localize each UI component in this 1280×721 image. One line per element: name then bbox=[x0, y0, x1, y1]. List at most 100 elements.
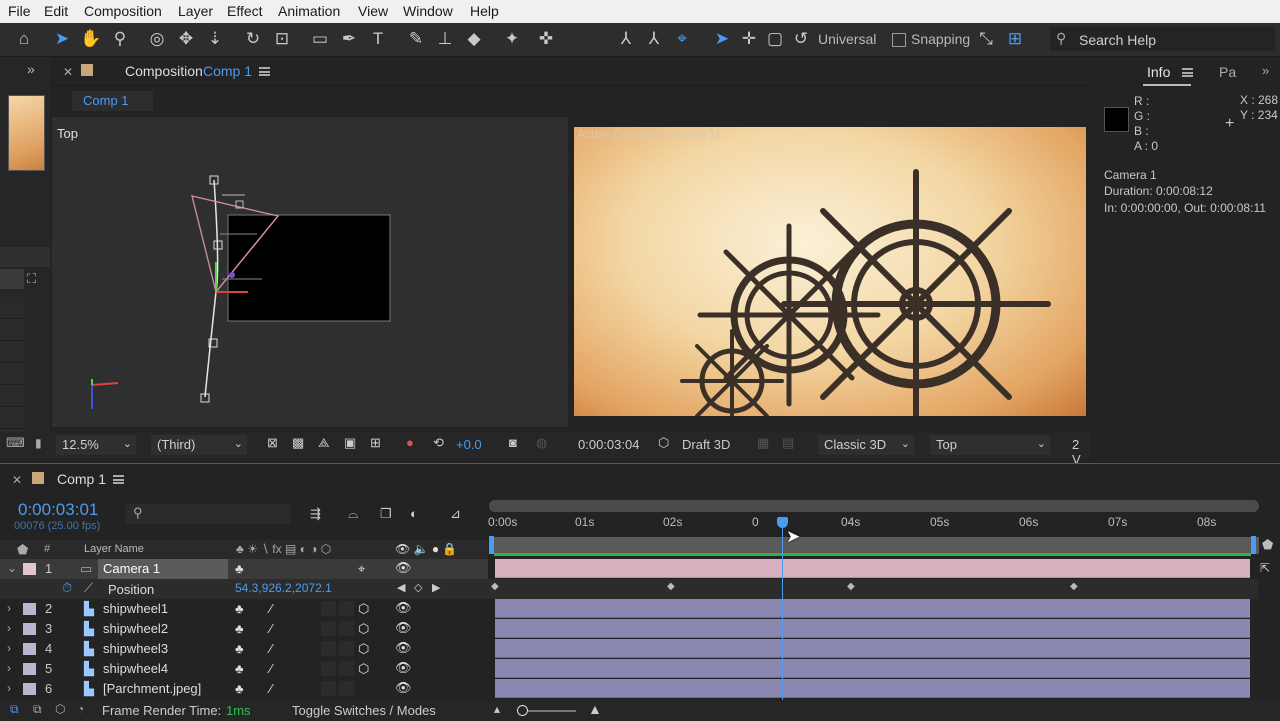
layer-row[interactable]: › 2 ▙ shipwheel1 ♣ ⁄ ⬡ 👁 bbox=[0, 599, 488, 619]
stopwatch-icon[interactable]: ⏱ bbox=[62, 580, 72, 596]
shy-switch-icon[interactable]: ♣ bbox=[235, 641, 244, 656]
label-color[interactable] bbox=[23, 683, 36, 695]
orbit-camera-icon[interactable]: ◎ bbox=[146, 28, 168, 50]
breadcrumb[interactable]: Comp 1 bbox=[72, 91, 153, 111]
in-out-icon[interactable]: ◔ bbox=[77, 702, 84, 716]
add-keyframe-icon[interactable]: ◇ bbox=[414, 581, 422, 594]
renderer-select[interactable]: Classic 3D ⌄ bbox=[818, 435, 914, 455]
visibility-eye-icon[interactable]: 👁 bbox=[395, 660, 412, 676]
grid-guides-icon[interactable]: ⊞ bbox=[370, 435, 381, 451]
viewer-top[interactable]: Top bbox=[52, 117, 568, 427]
zoom-slider-handle[interactable] bbox=[517, 705, 528, 716]
property-row-position[interactable]: ⏱ ⟋ Position 54.3,926.2,2072.1 ◀ ◇ ▶ bbox=[0, 579, 488, 599]
close-timeline-icon[interactable]: ✕ bbox=[12, 473, 22, 487]
more-panels-icon[interactable]: » bbox=[1262, 63, 1269, 78]
menu-help[interactable]: Help bbox=[470, 3, 499, 19]
draft-3d-label[interactable]: Draft 3D bbox=[682, 437, 730, 452]
world-axis-icon[interactable]: ⅄ bbox=[643, 28, 665, 50]
view-select[interactable]: (Third) ⌄ bbox=[151, 435, 247, 455]
graph-icon[interactable]: ⟋ bbox=[84, 580, 93, 596]
clone-stamp-icon[interactable]: ⊥ bbox=[434, 28, 456, 50]
shy-switch-icon[interactable]: ♣ bbox=[235, 661, 244, 676]
region-of-interest-icon[interactable]: ▣ bbox=[344, 435, 356, 451]
axis-mode-label[interactable]: Universal bbox=[818, 31, 876, 47]
work-area-end-handle[interactable] bbox=[1251, 536, 1256, 554]
3d-move-icon[interactable]: ✛ bbox=[738, 28, 760, 50]
expand-chevron-icon[interactable]: ⌄ bbox=[7, 561, 17, 575]
pan-behind-icon[interactable]: ⊡ bbox=[271, 28, 293, 50]
layer-switches-icon[interactable]: ⧉ bbox=[33, 702, 42, 717]
parent-pickwhip-icon[interactable]: ⌖ bbox=[358, 561, 365, 577]
layer-name[interactable]: shipwheel1 bbox=[103, 601, 168, 616]
switch-box[interactable] bbox=[321, 621, 336, 636]
menu-composition[interactable]: Composition bbox=[84, 3, 162, 19]
show-snapshot-icon[interactable]: ◍ bbox=[536, 435, 547, 451]
layer-bar[interactable] bbox=[495, 619, 1250, 638]
graph-editor-icon[interactable]: ⊿ bbox=[450, 506, 461, 522]
layer-bar[interactable] bbox=[495, 639, 1250, 658]
switch-box[interactable] bbox=[339, 621, 354, 636]
layer-bar[interactable] bbox=[495, 599, 1250, 618]
brush-tool-icon[interactable]: ✎ bbox=[405, 28, 427, 50]
quality-switch-icon[interactable]: ⁄ bbox=[270, 601, 272, 616]
selection-tool-icon[interactable]: ➤ bbox=[51, 28, 73, 50]
position-value[interactable]: 54.3,926.2,2072.1 bbox=[235, 581, 332, 595]
switch-box[interactable] bbox=[321, 641, 336, 656]
motion-blur-icon[interactable]: ◐ bbox=[410, 506, 418, 521]
3d-view-select[interactable]: Top ⌄ bbox=[930, 435, 1050, 455]
comp-flowchart-icon[interactable]: ⇶ bbox=[310, 506, 321, 522]
timeline-menu-icon[interactable] bbox=[113, 475, 124, 484]
roto-brush-icon[interactable]: ✦ bbox=[501, 28, 523, 50]
label-color[interactable] bbox=[23, 623, 36, 635]
shy-layers-icon[interactable]: ⌓ bbox=[348, 506, 358, 522]
3d-layer-icon[interactable]: ⬡ bbox=[358, 621, 369, 637]
zoom-tool-icon[interactable]: ⚲ bbox=[109, 28, 131, 50]
visibility-eye-icon[interactable]: 👁 bbox=[395, 560, 412, 576]
keyframe-icon[interactable]: ◆ bbox=[667, 581, 675, 592]
layer-name[interactable]: [Parchment.jpeg] bbox=[103, 681, 201, 696]
close-panel-icon[interactable]: ✕ bbox=[63, 65, 73, 79]
3d-select-icon[interactable]: ➤ bbox=[711, 28, 733, 50]
trash-icon[interactable]: ▮ bbox=[35, 436, 42, 450]
shy-switch-icon[interactable]: ♣ bbox=[235, 601, 244, 616]
3d-layer-icon[interactable]: ⬡ bbox=[358, 601, 369, 617]
pan-camera-icon[interactable]: ✥ bbox=[175, 28, 197, 50]
3d-layer-icon[interactable]: ⬡ bbox=[358, 661, 369, 677]
snapping-checkbox[interactable] bbox=[892, 33, 906, 47]
snap-arrows-icon[interactable]: ⤡ bbox=[975, 28, 997, 50]
view-axis-icon[interactable]: ⌖ bbox=[671, 28, 693, 50]
eraser-tool-icon[interactable]: ◆ bbox=[463, 28, 485, 50]
draft-3d-icon[interactable]: ⬡ bbox=[658, 435, 669, 451]
layer-row[interactable]: › 6 ▙ [Parchment.jpeg] ♣ ⁄ 👁 bbox=[0, 679, 488, 699]
switch-box[interactable] bbox=[339, 661, 354, 676]
quality-switch-icon[interactable]: ⁄ bbox=[270, 661, 272, 676]
keyframe-icon[interactable]: ◆ bbox=[847, 581, 855, 592]
zoom-in-icon[interactable]: ▲ bbox=[588, 701, 602, 717]
transfer-controls-icon[interactable]: ⬡ bbox=[55, 702, 65, 716]
type-tool-icon[interactable]: T bbox=[367, 28, 389, 50]
local-axis-icon[interactable]: ⅄ bbox=[615, 28, 637, 50]
menu-layer[interactable]: Layer bbox=[178, 3, 213, 19]
label-color[interactable] bbox=[23, 643, 36, 655]
expand-panels-icon[interactable]: » bbox=[27, 61, 35, 77]
expand-chevron-icon[interactable]: › bbox=[7, 621, 11, 635]
menu-file[interactable]: File bbox=[8, 3, 31, 19]
visibility-eye-icon[interactable]: 👁 bbox=[395, 640, 412, 656]
layer-row[interactable]: › 4 ▙ shipwheel3 ♣ ⁄ ⬡ 👁 bbox=[0, 639, 488, 659]
panel-menu-icon[interactable] bbox=[259, 67, 270, 76]
time-navigator[interactable] bbox=[489, 500, 1259, 512]
tab-info[interactable]: Info bbox=[1147, 64, 1170, 80]
pen-tool-icon[interactable]: ✒ bbox=[338, 28, 360, 50]
tab-paragraph[interactable]: Pa bbox=[1219, 64, 1236, 80]
expand-chevron-icon[interactable]: › bbox=[7, 601, 11, 615]
quality-switch-icon[interactable]: ⁄ bbox=[270, 621, 272, 636]
layer-bar-camera[interactable] bbox=[495, 559, 1250, 578]
exposure-value[interactable]: +0.0 bbox=[456, 437, 482, 452]
switch-box[interactable] bbox=[339, 601, 354, 616]
transparency-grid-icon[interactable]: ▩ bbox=[292, 435, 304, 451]
menu-edit[interactable]: Edit bbox=[44, 3, 68, 19]
rectangle-tool-icon[interactable]: ▭ bbox=[309, 28, 331, 50]
switch-box[interactable] bbox=[339, 641, 354, 656]
project-list-row[interactable] bbox=[0, 269, 24, 289]
layer-name[interactable]: shipwheel2 bbox=[103, 621, 168, 636]
